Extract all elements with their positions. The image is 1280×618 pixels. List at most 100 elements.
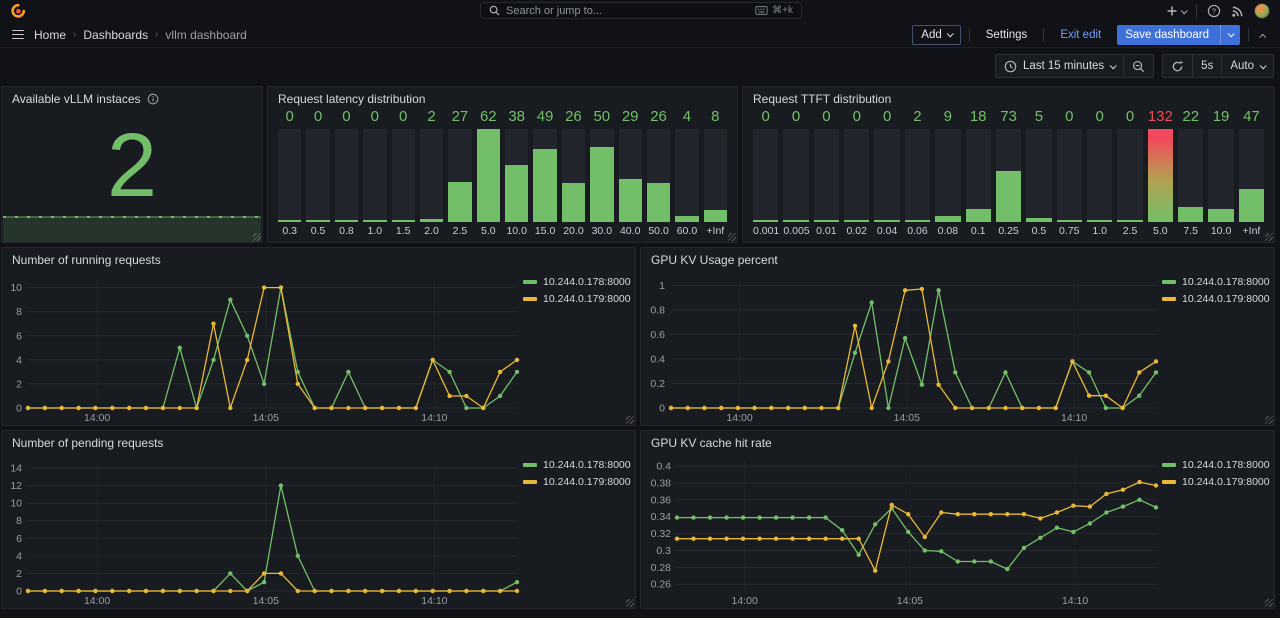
bar-category-label: 0.25 [996, 222, 1021, 237]
bar: 00.75 [1057, 108, 1082, 237]
bar-track [335, 129, 358, 222]
bar-value-label: 0 [363, 108, 386, 129]
breadcrumb-dashboards[interactable]: Dashboards [83, 28, 148, 42]
bar: 460.0 [675, 108, 698, 237]
add-panel-button[interactable]: Add [912, 25, 960, 45]
bar-fill [1178, 207, 1203, 223]
legend-item[interactable]: 10.244.0.179:8000 [1162, 293, 1268, 305]
bar: 01.0 [1087, 108, 1112, 237]
help-button[interactable]: ? [1207, 4, 1221, 18]
legend-item[interactable]: 10.244.0.179:8000 [523, 476, 629, 488]
panel-title[interactable]: GPU KV Usage percent [641, 248, 1274, 268]
bar-value-label: 0 [306, 108, 329, 129]
panel-resize-handle[interactable] [1265, 416, 1273, 424]
svg-text:14:05: 14:05 [897, 595, 923, 607]
bar: 5030.0 [590, 108, 613, 237]
panel-title[interactable]: GPU KV cache hit rate [641, 431, 1274, 451]
bar-value-label: 18 [966, 108, 991, 129]
add-new-menu-button[interactable] [1166, 5, 1186, 17]
bar-value-label: 19 [1208, 108, 1233, 129]
panel-resize-handle[interactable] [253, 233, 261, 241]
refresh-button[interactable] [1163, 55, 1192, 77]
bar-value-label: 0 [814, 108, 839, 129]
panel-title[interactable]: Available vLLM instaces [2, 87, 262, 107]
search-input[interactable] [506, 5, 749, 17]
refresh-interval-label[interactable]: 5s [1192, 55, 1221, 77]
bar-value-label: 26 [647, 108, 670, 129]
bar-value-label: 0 [278, 108, 301, 129]
panel-resize-handle[interactable] [626, 599, 634, 607]
panel-title[interactable]: Request TTFT distribution [743, 87, 1274, 107]
panel-title[interactable]: Number of running requests [2, 248, 635, 268]
svg-text:14:05: 14:05 [253, 412, 279, 424]
zoom-out-time-button[interactable] [1123, 55, 1153, 77]
divider [1043, 28, 1044, 42]
global-search[interactable]: ⌘+k [480, 2, 802, 19]
bar-value-label: 0 [874, 108, 899, 129]
bar-category-label: 30.0 [590, 222, 613, 237]
time-range-picker[interactable]: Last 15 minutes [996, 55, 1123, 77]
collapse-controls-button[interactable] [1257, 28, 1270, 42]
panel-resize-handle[interactable] [1265, 233, 1273, 241]
bar: 1910.0 [1208, 108, 1233, 237]
legend-item[interactable]: 10.244.0.178:8000 [1162, 276, 1268, 288]
legend-item[interactable]: 10.244.0.178:8000 [523, 276, 629, 288]
bar-value-label: 0 [844, 108, 869, 129]
auto-refresh-picker[interactable]: Auto [1221, 55, 1273, 77]
panel-number-of-pending-requests: Number of pending requests 0246810121414… [1, 430, 636, 609]
legend-item[interactable]: 10.244.0.178:8000 [1162, 459, 1268, 471]
svg-text:14:10: 14:10 [421, 412, 447, 424]
legend: 10.244.0.178:8000 10.244.0.179:8000 [523, 268, 635, 425]
svg-text:2: 2 [16, 568, 22, 580]
magnifier-minus-icon [1132, 60, 1145, 73]
svg-text:6: 6 [16, 330, 22, 342]
exit-edit-button[interactable]: Exit edit [1052, 25, 1109, 45]
svg-text:0.6: 0.6 [650, 329, 665, 341]
bar-track [905, 129, 930, 222]
svg-text:14:10: 14:10 [1062, 595, 1088, 607]
svg-text:0.32: 0.32 [651, 528, 672, 540]
settings-button[interactable]: Settings [978, 25, 1036, 45]
legend-item[interactable]: 10.244.0.179:8000 [1162, 476, 1268, 488]
bar-fill [675, 216, 698, 222]
panel-resize-handle[interactable] [1265, 599, 1273, 607]
panel-title[interactable]: Number of pending requests [2, 431, 635, 451]
bar-fill [448, 182, 471, 222]
bar-fill [753, 220, 778, 222]
bar-track [844, 129, 869, 222]
panel-title[interactable]: Request latency distribution [268, 87, 737, 107]
grafana-logo-icon[interactable] [10, 3, 26, 19]
save-dashboard-dropdown[interactable] [1220, 25, 1240, 45]
bar-category-label: 50.0 [647, 222, 670, 237]
svg-text:10: 10 [10, 282, 22, 294]
svg-text:14: 14 [10, 463, 22, 475]
svg-text:0.3: 0.3 [656, 545, 671, 557]
panel-gpu-kv-usage-percent: GPU KV Usage percent 00.20.40.60.8114:00… [640, 247, 1275, 426]
bar-fill [505, 165, 528, 222]
info-icon[interactable] [147, 93, 159, 105]
legend-item[interactable]: 10.244.0.179:8000 [523, 293, 629, 305]
breadcrumb-home[interactable]: Home [34, 28, 66, 42]
bar-fill [335, 220, 358, 222]
chevron-down-icon [1181, 7, 1188, 14]
bar-value-label: 132 [1148, 108, 1173, 129]
panel-resize-handle[interactable] [728, 233, 736, 241]
bar-fill [996, 171, 1021, 222]
legend-item[interactable]: 10.244.0.178:8000 [523, 459, 629, 471]
save-dashboard-button[interactable]: Save dashboard [1117, 25, 1240, 45]
svg-text:14:00: 14:00 [732, 595, 758, 607]
legend-label: 10.244.0.178:8000 [1182, 459, 1270, 471]
breadcrumb: Home › Dashboards › vllm dashboard [34, 28, 247, 42]
news-button[interactable] [1231, 5, 1244, 18]
legend: 10.244.0.178:8000 10.244.0.179:8000 [523, 451, 635, 608]
rss-icon [1231, 5, 1244, 18]
svg-text:14:05: 14:05 [253, 595, 279, 607]
bar-category-label: 5.0 [1148, 222, 1173, 237]
bar-track [1178, 129, 1203, 222]
user-avatar[interactable] [1254, 3, 1270, 19]
panel-resize-handle[interactable] [626, 416, 634, 424]
bar-gauge: 00.00100.00500.0100.0200.0420.0690.08180… [743, 107, 1274, 242]
svg-text:0.38: 0.38 [651, 477, 672, 489]
bar-category-label: 0.001 [753, 222, 778, 237]
menu-toggle-button[interactable] [10, 28, 26, 42]
